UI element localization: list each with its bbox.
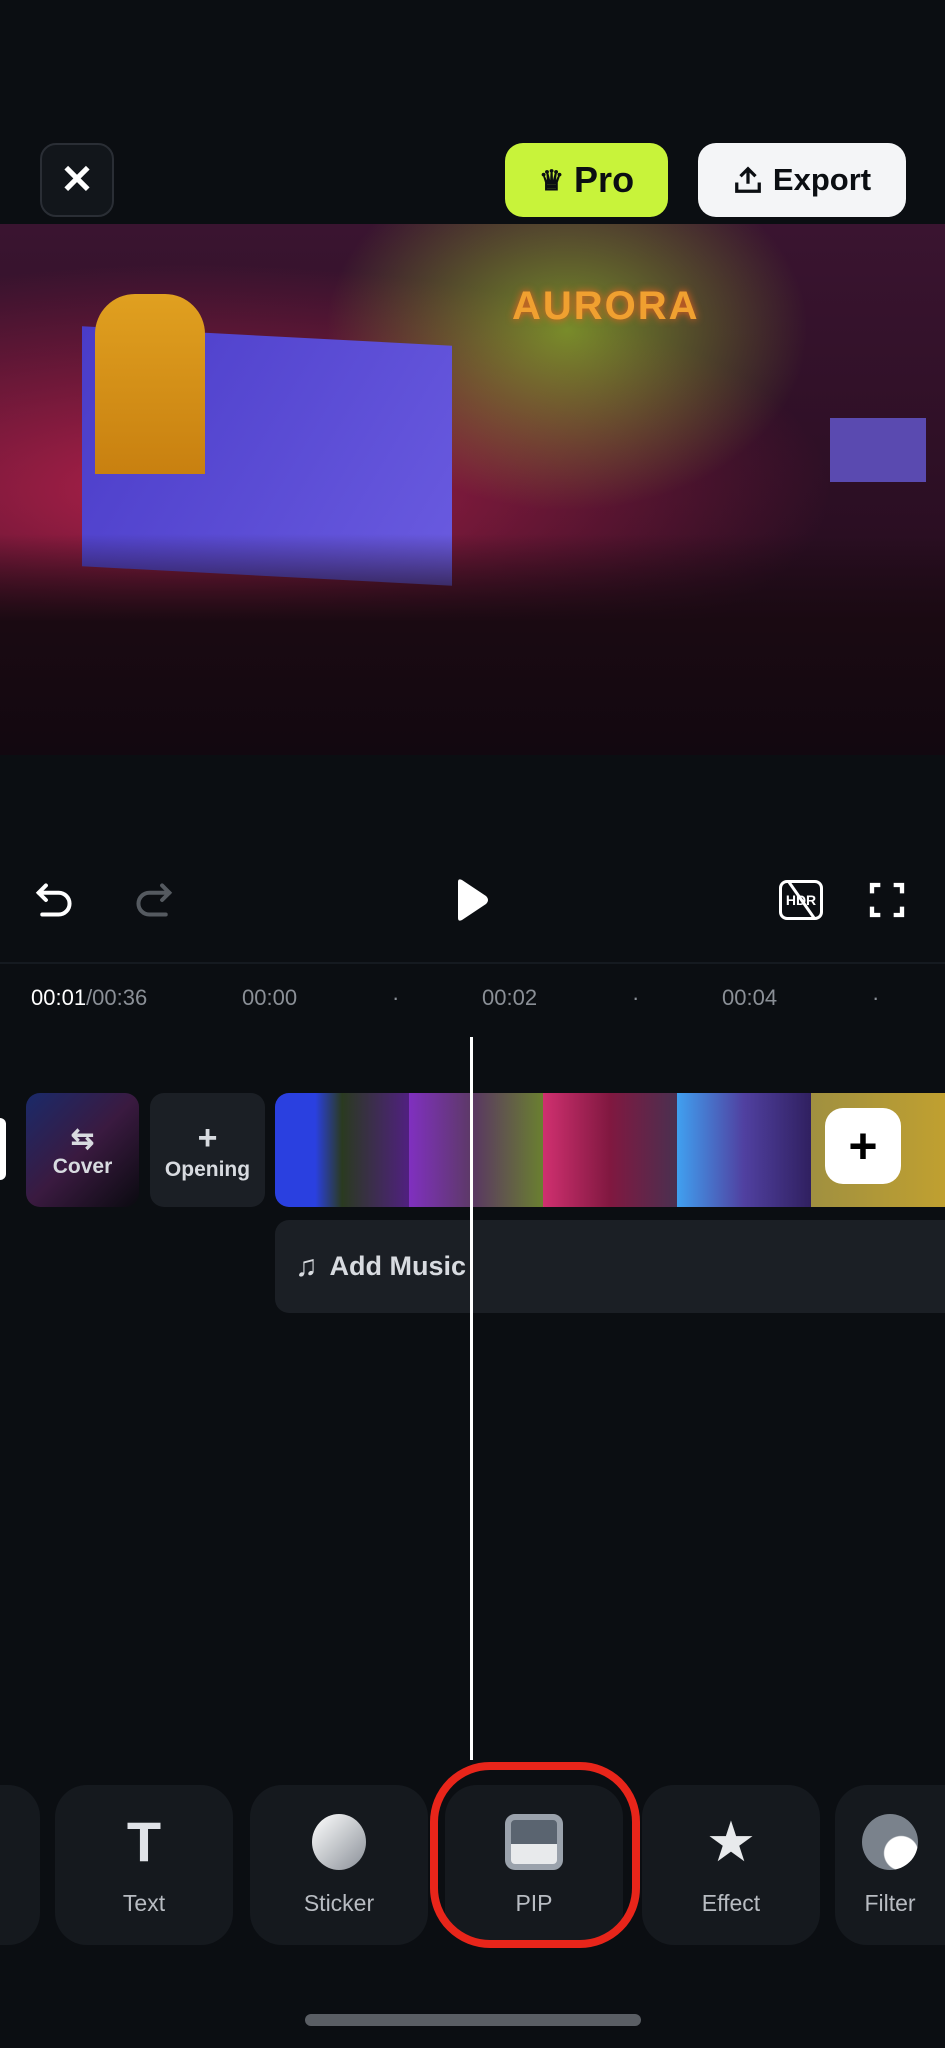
swap-icon: ⇆	[70, 1122, 95, 1154]
tick-dot: ·	[632, 985, 640, 1010]
fullscreen-icon	[869, 882, 905, 918]
fullscreen-button[interactable]	[857, 870, 917, 930]
tick-dot: ·	[872, 985, 880, 1010]
crowd	[0, 534, 945, 755]
clip-frame	[677, 1093, 811, 1207]
sticker-icon	[312, 1813, 366, 1870]
tick-dot: ·	[392, 985, 400, 1010]
home-indicator	[305, 2014, 641, 2026]
plus-icon: +	[848, 1118, 878, 1174]
pro-button[interactable]: ♛ Pro	[505, 143, 668, 217]
toolbar-item-filter[interactable]: Filter	[835, 1785, 945, 1945]
filter-icon	[862, 1813, 918, 1870]
tick-label: 00:02	[482, 985, 538, 1010]
divider	[0, 962, 945, 964]
highlight-circle	[430, 1762, 640, 1948]
clip-frame	[543, 1093, 677, 1207]
music-add-icon: ♫	[295, 1249, 318, 1283]
upload-icon	[735, 166, 761, 193]
toolbar-item-partial[interactable]	[0, 1785, 40, 1945]
undo-icon	[35, 883, 72, 917]
toolbar-item-text[interactable]: T Text	[55, 1785, 233, 1945]
text-icon: T	[126, 1809, 162, 1873]
video-preview[interactable]: AURORA	[0, 224, 945, 755]
close-icon: ✕	[60, 158, 94, 202]
stage-logo: AURORA	[512, 284, 700, 328]
clip-frame	[409, 1093, 543, 1207]
star-effect-icon: ★	[705, 1809, 757, 1873]
clip-frame	[275, 1093, 409, 1207]
crown-icon: ♛	[538, 164, 565, 196]
plus-icon: +	[197, 1118, 218, 1157]
playhead[interactable]	[470, 1037, 473, 1760]
time-readout: 00:01/00:36	[31, 985, 148, 1010]
close-button[interactable]: ✕	[40, 143, 114, 217]
export-button[interactable]: Export	[698, 143, 906, 217]
toolbar-item-effect[interactable]: ★ Effect	[642, 1785, 820, 1945]
cover-button[interactable]: ⇆ Cover	[26, 1093, 139, 1207]
toolbar-item-sticker[interactable]: Sticker	[250, 1785, 428, 1945]
hdr-toggle[interactable]: HDR	[770, 870, 832, 930]
add-music-button[interactable]: ♫ Add Music	[275, 1220, 945, 1313]
track-handle[interactable]	[0, 1118, 6, 1180]
play-button[interactable]	[442, 870, 502, 930]
redo-icon	[136, 883, 173, 917]
redo-button[interactable]	[123, 870, 183, 930]
add-clip-button[interactable]: +	[825, 1108, 901, 1184]
opening-button[interactable]: + Opening	[150, 1093, 265, 1207]
play-icon	[458, 879, 488, 921]
tick-label: 00:00	[242, 985, 298, 1010]
hdr-off-icon: HDR	[779, 880, 823, 920]
performer	[95, 294, 205, 474]
tick-label: 00:04	[722, 985, 778, 1010]
undo-button[interactable]	[25, 870, 85, 930]
side-screen	[830, 418, 926, 482]
